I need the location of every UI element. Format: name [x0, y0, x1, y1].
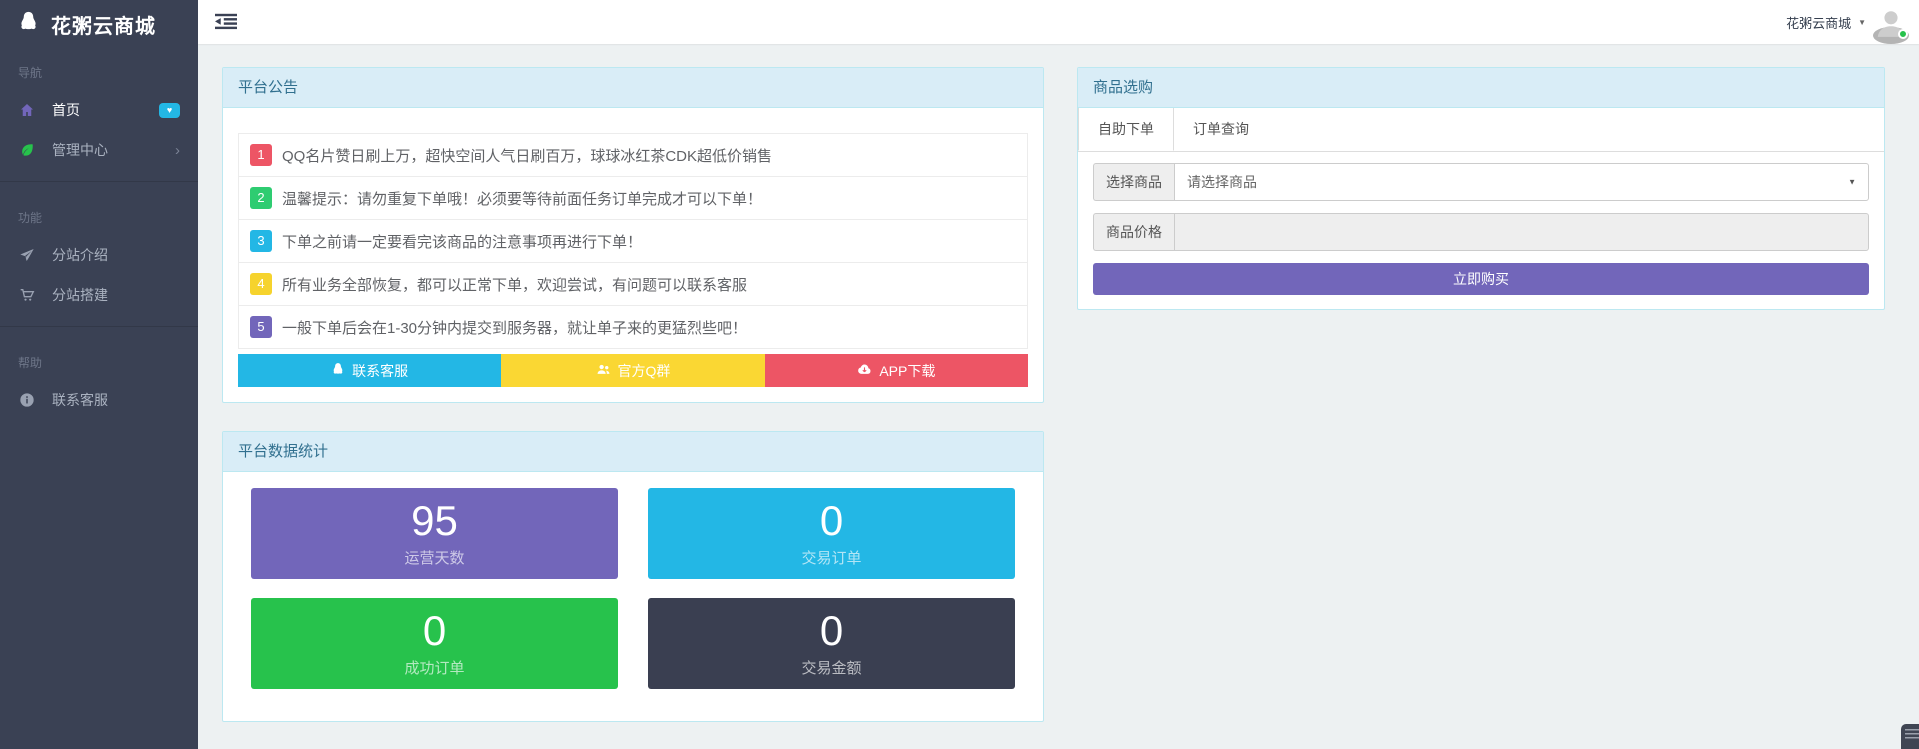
sidebar-item-label: 分站搭建 [52, 285, 108, 305]
product-select[interactable]: 请选择商品 ▼ [1174, 163, 1869, 201]
product-price-label: 商品价格 [1093, 213, 1174, 251]
home-icon [18, 102, 35, 119]
announcement-text: 一般下单后会在1-30分钟内提交到服务器，就让单子来的更猛烈些吧！ [282, 317, 747, 338]
user-menu-label: 花粥云商城 [1786, 13, 1851, 32]
official-q-group-button[interactable]: 官方Q群 [501, 354, 764, 387]
announcement-panel: 平台公告 1 QQ名片赞日刷上万，超快空间人气日刷百万，球球冰红茶CDK超低价销… [222, 67, 1044, 403]
announcement-text: QQ名片赞日刷上万，超快空间人气日刷百万，球球冰红茶CDK超低价销售 [282, 145, 772, 166]
right-column: 商品选购 自助下单 订单查询 选择商品 请选择商品 ▼ 商品价格 立即购买 [1077, 67, 1885, 310]
sidebar-item-home[interactable]: 首页 ♥ [0, 90, 198, 130]
announcement-number-badge: 3 [250, 230, 272, 252]
sidebar-item-branch-intro[interactable]: 分站介绍 [0, 235, 198, 275]
shop-form: 选择商品 请选择商品 ▼ 商品价格 立即购买 [1078, 152, 1884, 309]
product-select-label: 选择商品 [1093, 163, 1174, 201]
sidebar-item-label: 管理中心 [52, 140, 108, 160]
announcement-panel-title: 平台公告 [223, 68, 1043, 108]
stat-value: 0 [820, 499, 843, 543]
shop-panel: 商品选购 自助下单 订单查询 选择商品 请选择商品 ▼ 商品价格 立即购买 [1077, 67, 1885, 310]
stat-card-trade-amount: 0 交易金额 [648, 598, 1015, 689]
announcement-number-badge: 1 [250, 144, 272, 166]
online-status-dot [1898, 29, 1908, 39]
brand-title: 花粥云商城 [51, 10, 156, 39]
announcement-item: 4 所有业务全部恢复，都可以正常下单，欢迎尝试，有问题可以联系客服 [239, 263, 1027, 306]
stat-label: 交易金额 [801, 657, 861, 678]
stats-panel-title: 平台数据统计 [223, 432, 1043, 472]
shop-panel-title: 商品选购 [1078, 68, 1884, 108]
stat-value: 0 [423, 609, 446, 653]
announcement-text: 下单之前请一定要看完该商品的注意事项再进行下单！ [282, 231, 642, 252]
heart-badge: ♥ [159, 103, 180, 118]
qq-icon [331, 362, 345, 379]
stat-label: 成功订单 [404, 657, 464, 678]
stat-label: 交易订单 [801, 547, 861, 568]
button-label: APP下载 [879, 361, 935, 381]
sidebar: 花粥云商城 导航 首页 ♥ 管理中心 › 功能 分站介绍 分站搭建 帮助 [0, 0, 198, 749]
announcement-number-badge: 4 [250, 273, 272, 295]
announcement-text: 所有业务全部恢复，都可以正常下单，欢迎尝试，有问题可以联系客服 [282, 274, 747, 295]
announcement-button-row: 联系客服 官方Q群 APP下载 [238, 354, 1028, 387]
stat-card-success-orders: 0 成功订单 [251, 598, 618, 689]
sidebar-item-label: 首页 [52, 100, 80, 120]
announcement-item: 3 下单之前请一定要看完该商品的注意事项再进行下单！ [239, 220, 1027, 263]
sidebar-section-help: 帮助 [0, 338, 198, 380]
stat-value: 0 [820, 609, 843, 653]
sidebar-section-features: 功能 [0, 193, 198, 235]
contact-support-button[interactable]: 联系客服 [238, 354, 501, 387]
product-select-value: 请选择商品 [1187, 172, 1257, 192]
announcement-text: 温馨提示：请勿重复下单哦！必须要等待前面任务订单完成才可以下单！ [282, 188, 762, 209]
cart-icon [18, 287, 35, 304]
announcement-panel-body: 1 QQ名片赞日刷上万，超快空间人气日刷百万，球球冰红茶CDK超低价销售 2 温… [223, 108, 1043, 402]
stats-panel-body: 95 运营天数 0 交易订单 0 成功订单 0 交易金额 [223, 472, 1043, 721]
tab-self-order[interactable]: 自助下单 [1078, 108, 1174, 151]
sidebar-item-label: 分站介绍 [52, 245, 108, 265]
stat-card-days-running: 95 运营天数 [251, 488, 618, 579]
app-download-button[interactable]: APP下载 [765, 354, 1028, 387]
announcement-item: 5 一般下单后会在1-30分钟内提交到服务器，就让单子来的更猛烈些吧！ [239, 306, 1027, 349]
sidebar-toggle-button[interactable] [215, 13, 237, 30]
announcement-number-badge: 5 [250, 316, 272, 338]
shop-tab-bar: 自助下单 订单查询 [1078, 108, 1884, 152]
stats-panel: 平台数据统计 95 运营天数 0 交易订单 0 成功订单 0 交易金额 [222, 431, 1044, 722]
avatar[interactable] [1873, 4, 1909, 40]
heart-icon: ♥ [167, 105, 172, 115]
sidebar-section-nav: 导航 [0, 48, 198, 90]
button-label: 官方Q群 [618, 361, 671, 381]
sidebar-item-contact-support[interactable]: 联系客服 [0, 380, 198, 420]
chevron-right-icon: › [175, 143, 180, 158]
announcement-item: 2 温馨提示：请勿重复下单哦！必须要等待前面任务订单完成才可以下单！ [239, 177, 1027, 220]
announcement-item: 1 QQ名片赞日刷上万，超快空间人气日刷百万，球球冰红茶CDK超低价销售 [239, 134, 1027, 177]
stat-value: 95 [411, 499, 458, 543]
sidebar-item-branch-build[interactable]: 分站搭建 [0, 275, 198, 315]
paper-plane-icon [18, 247, 35, 264]
cloud-download-icon [857, 362, 872, 380]
leaf-icon [18, 142, 35, 159]
stat-card-trade-orders: 0 交易订单 [648, 488, 1015, 579]
sidebar-item-label: 联系客服 [52, 390, 108, 410]
user-menu[interactable]: 花粥云商城 ▼ [1786, 0, 1909, 44]
sidebar-divider [0, 181, 198, 182]
caret-down-icon: ▼ [1848, 178, 1856, 187]
stat-label: 运营天数 [404, 547, 464, 568]
product-price-field [1174, 213, 1869, 251]
topbar: 花粥云商城 ▼ [198, 0, 1919, 44]
brand[interactable]: 花粥云商城 [0, 0, 198, 48]
left-column: 平台公告 1 QQ名片赞日刷上万，超快空间人气日刷百万，球球冰红茶CDK超低价销… [222, 67, 1044, 722]
announcement-number-badge: 2 [250, 187, 272, 209]
product-select-group: 选择商品 请选择商品 ▼ [1093, 163, 1869, 201]
qq-penguin-logo-icon [17, 10, 40, 39]
sidebar-item-admin-center[interactable]: 管理中心 › [0, 130, 198, 170]
sidebar-divider [0, 326, 198, 327]
users-icon [596, 362, 611, 380]
main-content: 平台公告 1 QQ名片赞日刷上万，超快空间人气日刷百万，球球冰红茶CDK超低价销… [198, 44, 1919, 749]
caret-down-icon: ▼ [1858, 18, 1866, 27]
scrollbar-handle[interactable] [1901, 724, 1919, 749]
info-circle-icon [18, 392, 35, 409]
tab-order-query[interactable]: 订单查询 [1174, 108, 1268, 151]
announcement-list: 1 QQ名片赞日刷上万，超快空间人气日刷百万，球球冰红茶CDK超低价销售 2 温… [238, 133, 1028, 349]
outdent-icon [215, 17, 237, 34]
buy-now-button[interactable]: 立即购买 [1093, 263, 1869, 295]
product-price-group: 商品价格 [1093, 213, 1869, 251]
button-label: 联系客服 [352, 361, 408, 381]
